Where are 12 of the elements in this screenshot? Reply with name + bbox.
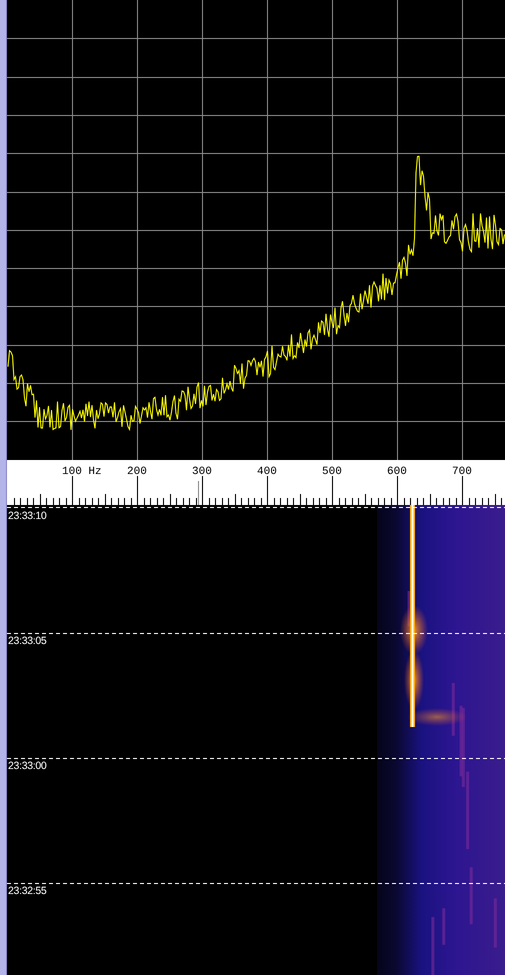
- frequency-label: 200: [127, 466, 147, 478]
- frequency-label: 600: [387, 466, 407, 478]
- frequency-label: 700: [452, 466, 472, 478]
- timestamp: 23:32:55: [8, 885, 46, 897]
- frequency-label: 400: [257, 466, 277, 478]
- frequency-label: 500: [322, 466, 342, 478]
- cursor-marker: [198, 480, 199, 505]
- frequency-label: 300: [192, 466, 212, 478]
- timestamp: 23:33:10: [8, 510, 46, 522]
- timestamp: 23:33:05: [8, 635, 46, 647]
- timestamp: 23:33:00: [8, 760, 46, 772]
- frequency-label: 100 Hz: [62, 466, 102, 478]
